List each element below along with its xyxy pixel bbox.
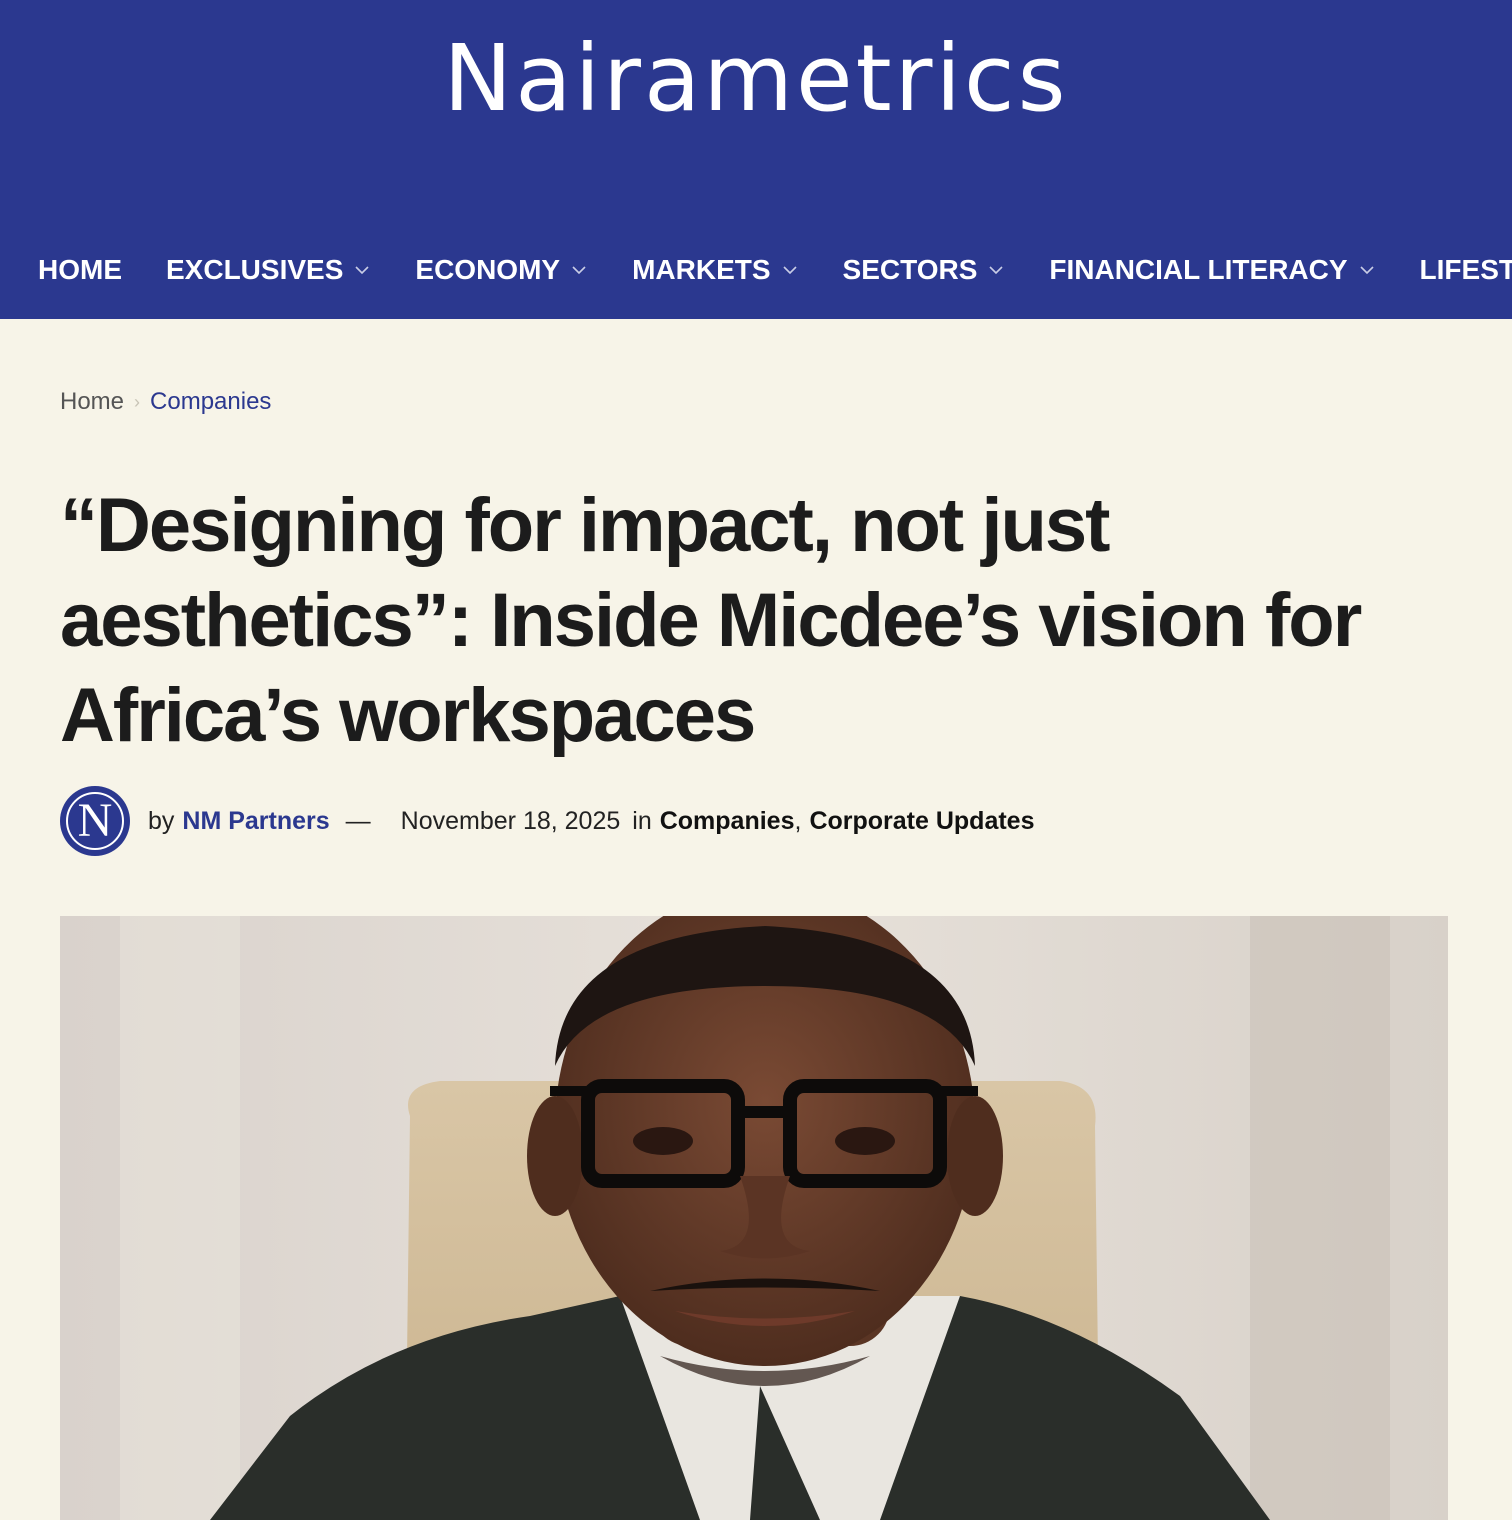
author-avatar[interactable]: N — [60, 786, 130, 856]
nav-item-label: EXCLUSIVES — [166, 253, 344, 285]
nav-item-label: SECTORS — [842, 253, 978, 285]
in-label: in — [632, 806, 652, 835]
nav-item-label: HOME — [38, 253, 122, 285]
nav-item-economy[interactable]: ECONOMY — [415, 254, 588, 286]
breadcrumb-home-link[interactable]: Home — [60, 388, 124, 416]
nav-item-markets[interactable]: MARKETS — [632, 254, 798, 286]
breadcrumb-separator-icon: › — [134, 391, 141, 412]
nav-item-label: ECONOMY — [415, 253, 561, 285]
nav-item-financial-literacy[interactable]: FINANCIAL LITERACY — [1049, 254, 1375, 286]
nav-item-label: FINANCIAL LITERACY — [1049, 253, 1348, 285]
chevron-down-icon — [1359, 265, 1374, 274]
main-nav: HOME EXCLUSIVES ECONOMY MARKETS SECTORS … — [0, 220, 1512, 319]
hero-portrait-illustration — [60, 916, 1448, 1520]
chevron-down-icon — [355, 265, 369, 274]
nav-item-sectors[interactable]: SECTORS — [843, 254, 1006, 286]
category-link-corporate-updates[interactable]: Corporate Updates — [809, 807, 1034, 836]
breadcrumb-current-link[interactable]: Companies — [150, 388, 271, 416]
category-separator: , — [794, 806, 802, 835]
meta-dash: — — [345, 806, 371, 835]
nav-item-label: MARKETS — [632, 253, 771, 285]
category-link-companies[interactable]: Companies — [660, 807, 795, 836]
chevron-down-icon — [572, 265, 586, 274]
author-link[interactable]: NM Partners — [182, 807, 329, 836]
publish-date: November 18, 2025 — [400, 806, 621, 835]
site-logo[interactable]: Nairametrics — [0, 24, 1512, 134]
chevron-down-icon — [782, 265, 797, 274]
article-meta: N by NM Partners — November 18, 2025 in … — [60, 786, 1035, 856]
article-title: “Designing for impact, not just aestheti… — [60, 483, 1362, 758]
masthead: Nairametrics — [0, 0, 1512, 220]
nav-item-label: LIFESTYLE — [1419, 253, 1512, 285]
avatar-letter: N — [66, 792, 124, 850]
chevron-down-icon — [989, 265, 1003, 274]
hero-image[interactable] — [60, 916, 1448, 1520]
by-label: by — [148, 806, 175, 835]
nav-item-exclusives[interactable]: EXCLUSIVES — [166, 254, 371, 286]
breadcrumb: Home › Companies — [60, 388, 271, 416]
nav-item-home[interactable]: HOME — [38, 254, 122, 286]
nav-item-lifestyle[interactable]: LIFESTYLE — [1420, 254, 1512, 286]
